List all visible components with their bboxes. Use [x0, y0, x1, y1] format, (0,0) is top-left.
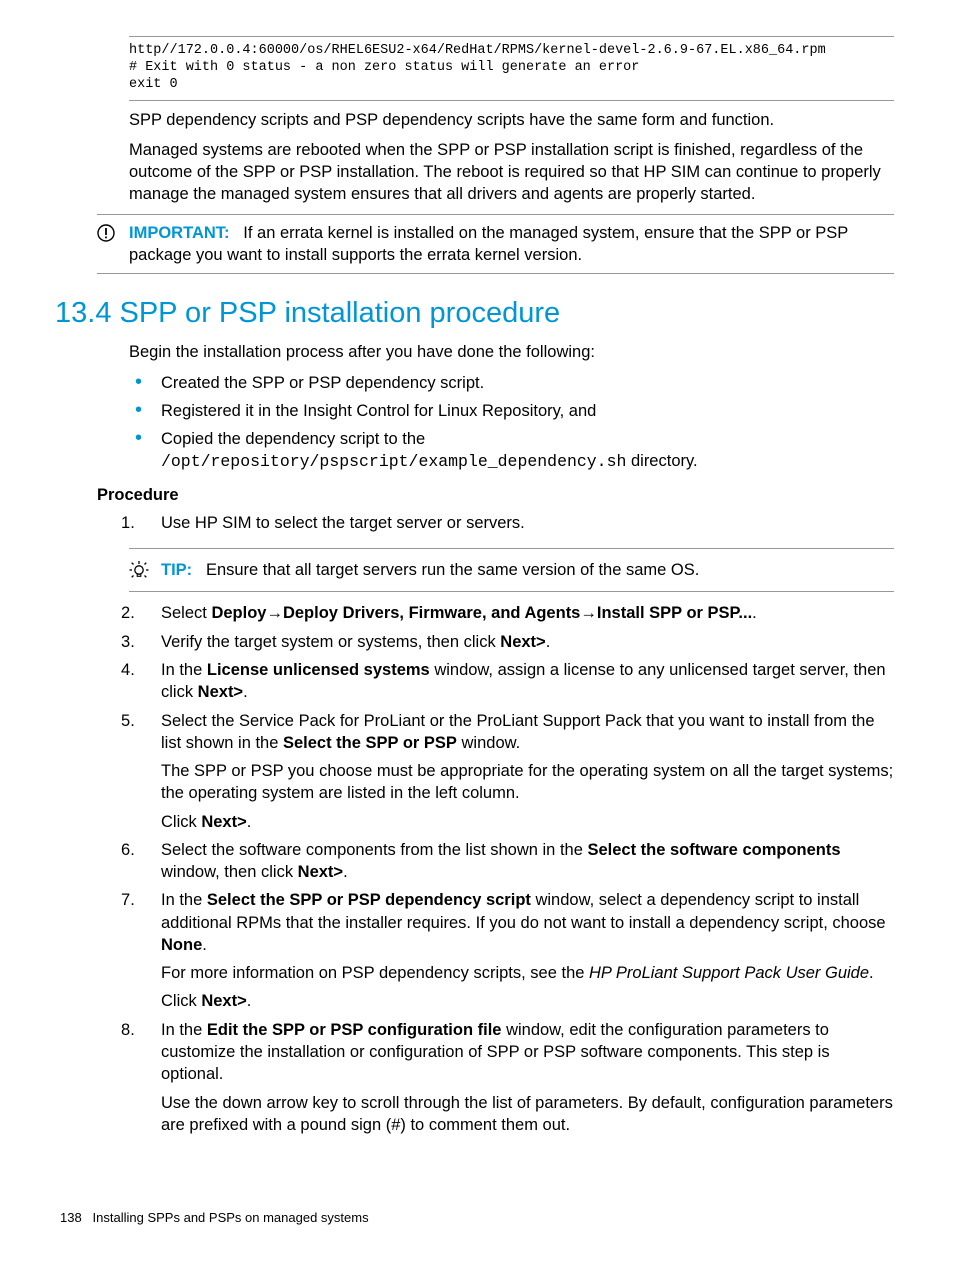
- step-8: In the Edit the SPP or PSP configuration…: [97, 1019, 894, 1136]
- step-5: Select the Service Pack for ProLiant or …: [97, 710, 894, 833]
- procedure-list: Use HP SIM to select the target server o…: [97, 512, 894, 534]
- important-icon: [97, 224, 117, 242]
- list-item: Created the SPP or PSP dependency script…: [129, 372, 894, 394]
- section-heading: 13.4 SPP or PSP installation procedure: [55, 294, 894, 333]
- important-label: IMPORTANT:: [129, 224, 230, 242]
- step-6: Select the software components from the …: [97, 839, 894, 884]
- bullet-list: Created the SPP or PSP dependency script…: [129, 372, 894, 474]
- procedure-list-cont: Select Deploy→Deploy Drivers, Firmware, …: [97, 602, 894, 1136]
- step-4: In the License unlicensed systems window…: [97, 659, 894, 704]
- step-3: Verify the target system or systems, the…: [97, 631, 894, 653]
- page-content: http//172.0.0.4:60000/os/RHEL6ESU2-x64/R…: [97, 36, 894, 1142]
- list-item: Registered it in the Insight Control for…: [129, 400, 894, 422]
- step-1: Use HP SIM to select the target server o…: [97, 512, 894, 534]
- step-2: Select Deploy→Deploy Drivers, Firmware, …: [97, 602, 894, 624]
- tip-notice: TIP: Ensure that all target servers run …: [129, 548, 894, 592]
- footer-title: Installing SPPs and PSPs on managed syst…: [93, 1210, 369, 1225]
- procedure-heading: Procedure: [97, 484, 894, 506]
- paragraph: SPP dependency scripts and PSP dependenc…: [129, 109, 894, 131]
- important-text: If an errata kernel is installed on the …: [129, 224, 848, 264]
- tip-text: Ensure that all target servers run the s…: [206, 561, 699, 579]
- code-block: http//172.0.0.4:60000/os/RHEL6ESU2-x64/R…: [129, 36, 894, 101]
- page-number: 138: [60, 1210, 82, 1225]
- important-notice: IMPORTANT: If an errata kernel is instal…: [97, 214, 894, 275]
- step-7: In the Select the SPP or PSP dependency …: [97, 889, 894, 1012]
- paragraph: Managed systems are rebooted when the SP…: [129, 139, 894, 206]
- paragraph: Begin the installation process after you…: [129, 341, 894, 363]
- tip-icon: [129, 559, 149, 581]
- tip-label: TIP:: [161, 561, 192, 579]
- page-footer: 138 Installing SPPs and PSPs on managed …: [60, 1209, 369, 1227]
- list-item: Copied the dependency script to the /opt…: [129, 428, 894, 474]
